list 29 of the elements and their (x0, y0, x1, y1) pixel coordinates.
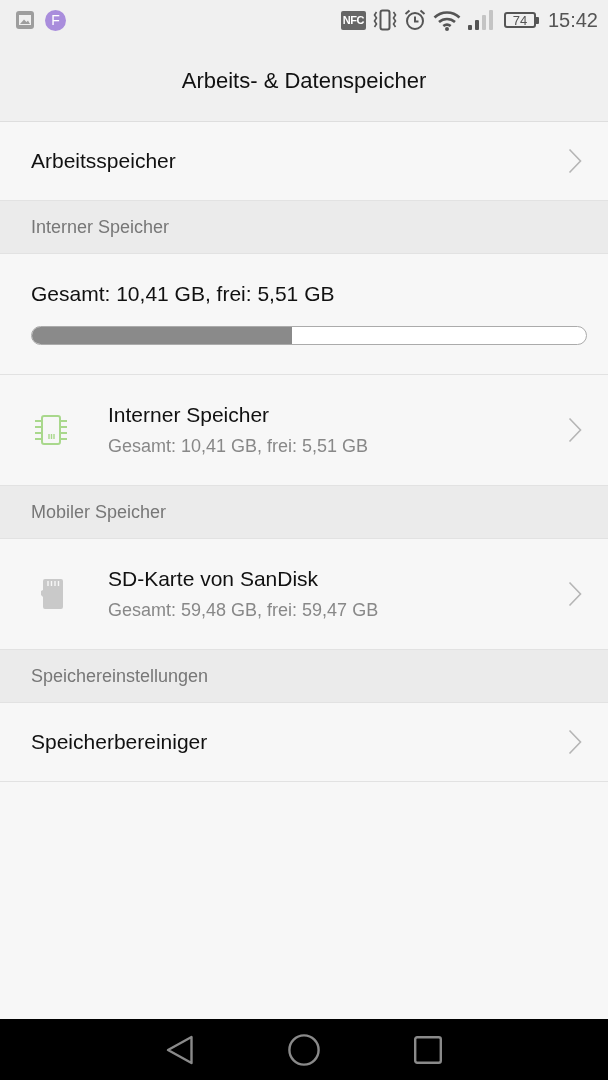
chevron-icon (568, 581, 582, 607)
back-icon (166, 1034, 194, 1065)
clock-time: 15:42 (547, 8, 598, 32)
storage-title: Interner Speicher (108, 403, 270, 427)
section-header: Speichereinstellungen (0, 650, 608, 703)
chevron-icon (568, 729, 582, 755)
storage-summary: Gesamt: 10,41 GB, frei: 5,51 GB (31, 282, 335, 306)
battery-indicator: 74 (503, 12, 539, 28)
chip-icon (35, 415, 67, 445)
storage-details: Gesamt: 59,48 GB, frei: 59,47 GB (108, 600, 379, 621)
recents-button[interactable] (412, 1033, 444, 1066)
screen-title: Arbeits- & Datenspeicher (181, 67, 427, 94)
signal-icon (467, 10, 494, 30)
vibrate-icon (372, 9, 397, 31)
alarm-clock-icon (403, 9, 426, 31)
wifi-icon (432, 9, 461, 31)
chevron-icon (568, 417, 582, 443)
notification-avatar: F (45, 9, 66, 31)
storage-title: SD-Karte von SanDisk (108, 567, 319, 591)
gallery-icon (16, 11, 34, 29)
nfc-indicator: NFC (340, 10, 366, 30)
sd-card-icon (39, 579, 63, 609)
section-header: Interner Speicher (0, 201, 608, 254)
chevron-icon (568, 148, 582, 174)
recents-icon (414, 1035, 442, 1064)
home-icon (288, 1033, 320, 1066)
home-button[interactable] (286, 1031, 322, 1068)
storage-details: Gesamt: 10,41 GB, frei: 5,51 GB (108, 436, 369, 457)
section-header: Mobiler Speicher (0, 486, 608, 539)
